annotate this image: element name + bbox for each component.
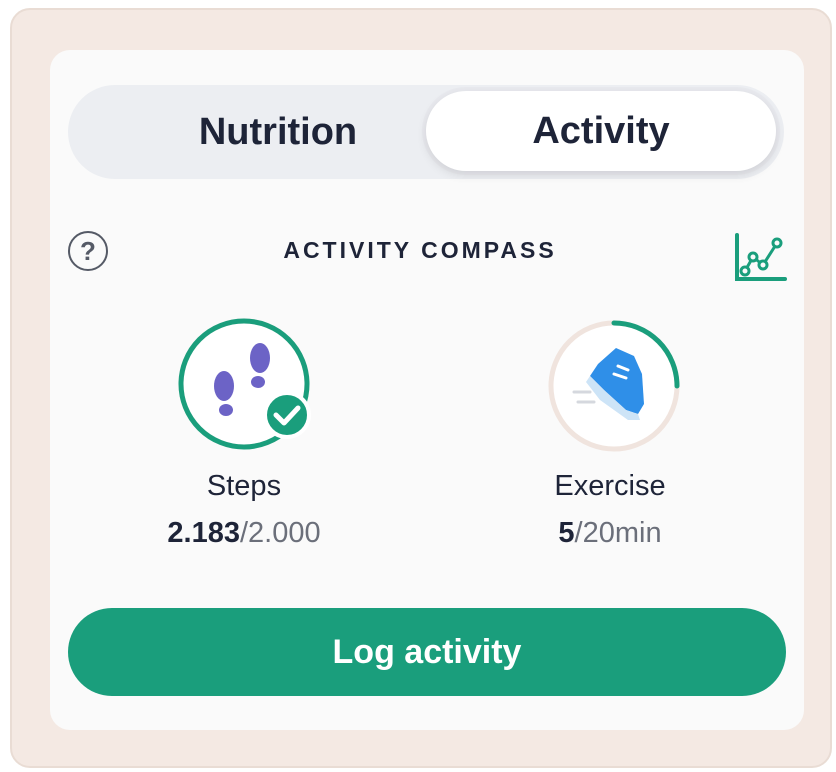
- section-title: ACTIVITY COMPASS: [283, 236, 557, 263]
- check-badge-icon: [263, 391, 311, 439]
- steps-current: 2.183: [167, 517, 240, 549]
- exercise-value: 5/20min: [490, 517, 730, 550]
- help-button[interactable]: ?: [68, 231, 108, 271]
- steps-label: Steps: [206, 470, 282, 502]
- segment-toggle: Nutrition Activity: [68, 85, 784, 179]
- exercise-progress-ring: [548, 320, 680, 452]
- steps-goal: /2.000: [239, 517, 321, 549]
- log-activity-button[interactable]: Log activity: [68, 608, 786, 696]
- exercise-goal: /20min: [574, 517, 662, 549]
- question-circle-icon: ?: [80, 235, 96, 266]
- steps-value: 2.183/2.000: [124, 517, 364, 550]
- exercise-label: Exercise: [554, 470, 666, 502]
- steps-progress-ring: [178, 318, 311, 450]
- tab-activity[interactable]: Activity: [426, 91, 776, 171]
- exercise-current: 5: [558, 517, 575, 549]
- line-chart-icon[interactable]: [733, 231, 787, 285]
- tab-nutrition[interactable]: Nutrition: [128, 85, 428, 179]
